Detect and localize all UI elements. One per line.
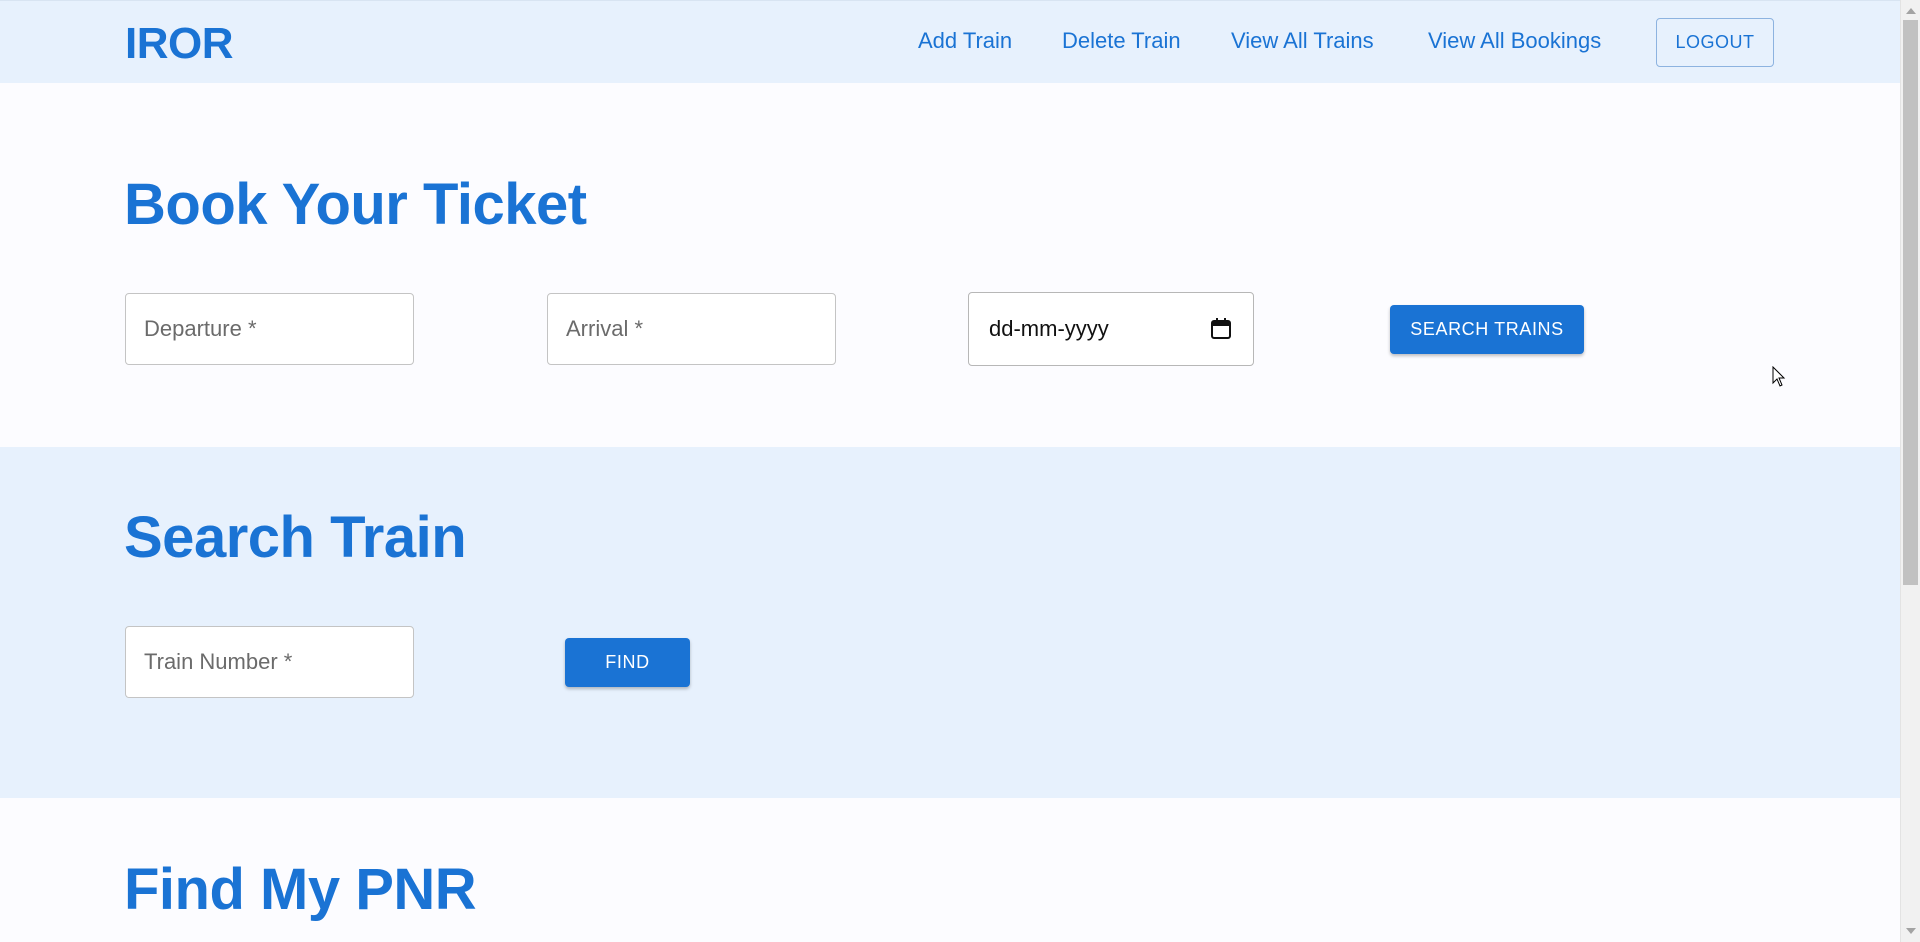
book-ticket-title: Book Your Ticket	[124, 172, 587, 237]
search-trains-button[interactable]: SEARCH TRAINS	[1390, 305, 1584, 354]
nav-view-all-bookings[interactable]: View All Bookings	[1428, 28, 1601, 54]
date-placeholder: dd-mm-yyyy	[989, 316, 1109, 341]
logout-button[interactable]: LOGOUT	[1656, 18, 1774, 67]
departure-input[interactable]	[126, 294, 413, 364]
arrival-field	[547, 293, 836, 365]
find-pnr-title: Find My PNR	[124, 857, 477, 922]
scroll-up-arrow-icon[interactable]	[1906, 8, 1916, 14]
brand-logo[interactable]: IROR	[125, 19, 234, 69]
find-pnr-section: Find My PNR	[0, 798, 1900, 942]
page: IROR Add Train Delete Train View All Tra…	[0, 0, 1900, 942]
vertical-scrollbar[interactable]	[1900, 0, 1920, 942]
find-button[interactable]: FIND	[565, 638, 690, 687]
scrollbar-thumb[interactable]	[1903, 20, 1918, 585]
nav-delete-train[interactable]: Delete Train	[1062, 28, 1181, 54]
scroll-down-arrow-icon[interactable]	[1906, 928, 1916, 934]
search-train-section: Search Train FIND	[0, 447, 1900, 798]
mouse-pointer-icon	[1772, 366, 1786, 387]
train-number-input[interactable]	[126, 627, 413, 697]
train-number-field	[125, 626, 414, 698]
top-navbar: IROR Add Train Delete Train View All Tra…	[0, 0, 1900, 83]
book-ticket-section: Book Your Ticket dd-mm-yyyy SEARCH TRAIN…	[0, 83, 1900, 447]
calendar-icon[interactable]	[1211, 318, 1231, 339]
date-input[interactable]: dd-mm-yyyy	[968, 292, 1254, 366]
nav-view-all-trains[interactable]: View All Trains	[1231, 28, 1374, 54]
search-train-title: Search Train	[124, 505, 467, 570]
departure-field	[125, 293, 414, 365]
arrival-input[interactable]	[548, 294, 835, 364]
nav-add-train[interactable]: Add Train	[918, 28, 1012, 54]
